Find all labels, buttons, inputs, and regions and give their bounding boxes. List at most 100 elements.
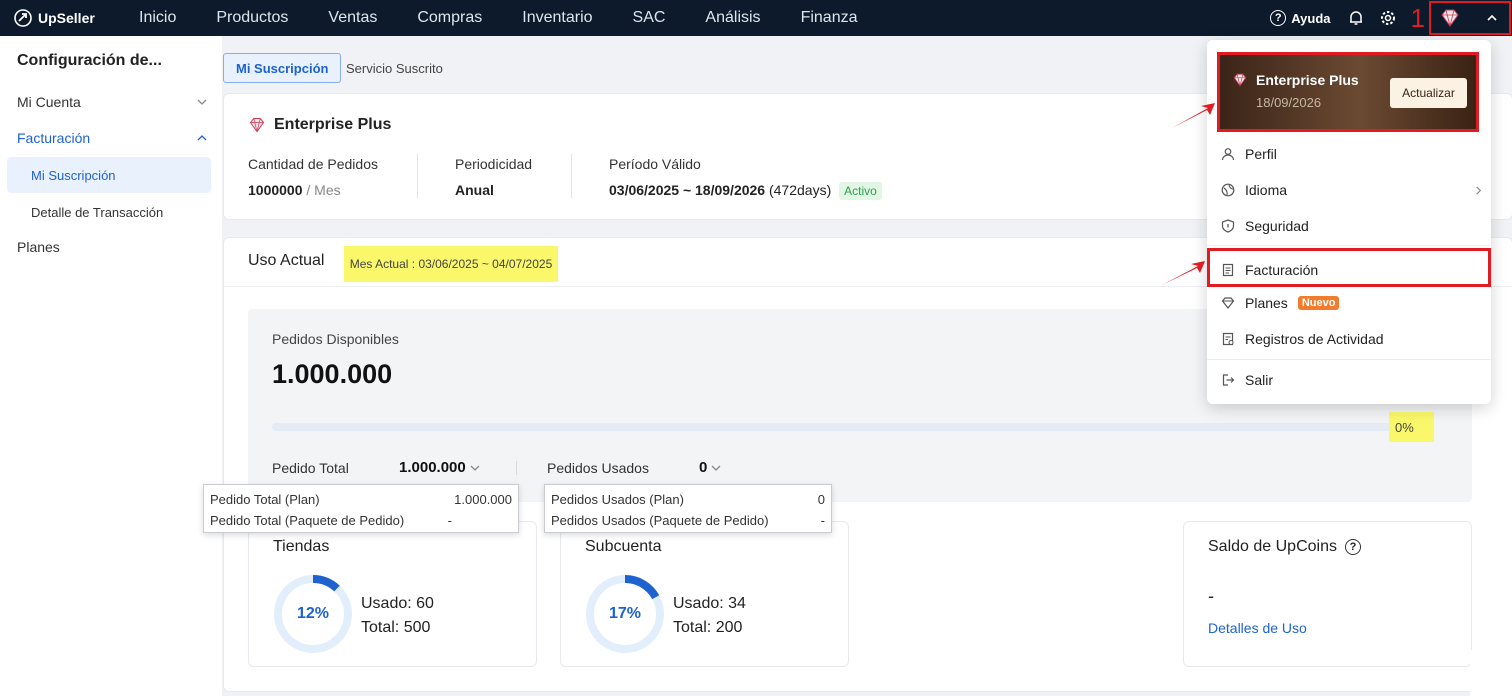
chevron-up-icon bbox=[197, 135, 207, 141]
orders-value: 1000000 / Mes bbox=[248, 182, 341, 198]
tooltip-value: 0 bbox=[817, 492, 825, 507]
tooltip-label: Pedidos Usados (Paquete de Pedido) bbox=[551, 513, 769, 528]
tooltip-row: Pedidos Usados (Plan) 0 bbox=[551, 489, 825, 510]
dropdown-plan-name: Enterprise Plus bbox=[1256, 72, 1359, 88]
nav-compras[interactable]: Compras bbox=[417, 9, 482, 27]
upcoins-value: - bbox=[1208, 586, 1214, 606]
sidebar-title: Configuración de... bbox=[17, 52, 162, 69]
activity-log-icon bbox=[1222, 332, 1234, 346]
sidebar-item-facturacion[interactable]: Facturación bbox=[17, 130, 207, 146]
tooltip-value: - bbox=[447, 513, 452, 528]
subaccount-title: Subcuenta bbox=[585, 538, 662, 555]
stores-info: Usado: 60 Total: 500 bbox=[361, 592, 434, 640]
brand-name: UpSeller bbox=[38, 10, 95, 26]
used-orders-value: 0 bbox=[699, 459, 708, 476]
month-range-highlight: Mes Actual : 03/06/2025 ~ 04/07/2025 bbox=[344, 246, 558, 282]
subaccount-info: Usado: 34 Total: 200 bbox=[673, 592, 746, 640]
tab-mi-suscripcion[interactable]: Mi Suscripción bbox=[223, 53, 342, 83]
sidebar-item-mi-suscripcion[interactable]: Mi Suscripción bbox=[7, 157, 211, 193]
question-icon: ? bbox=[1270, 10, 1287, 26]
update-button[interactable]: Actualizar bbox=[1390, 78, 1467, 108]
help-button[interactable]: ? Ayuda bbox=[1270, 10, 1331, 26]
brand-logo[interactable]: UpSeller bbox=[14, 9, 124, 27]
diamond-outline-icon bbox=[1221, 297, 1235, 309]
divider bbox=[1207, 245, 1491, 246]
upcoins-title-label: Saldo de UpCoins bbox=[1208, 538, 1337, 555]
total-orders-row: Pedido Total 1.000.000 bbox=[272, 459, 480, 476]
nav-productos[interactable]: Productos bbox=[216, 9, 288, 27]
nav-sac[interactable]: SAC bbox=[633, 9, 666, 27]
dropdown-plan-date: 18/09/2026 bbox=[1256, 95, 1322, 110]
usage-details-link[interactable]: Detalles de Uso bbox=[1208, 620, 1307, 636]
diamond-icon bbox=[1441, 9, 1459, 27]
diamond-icon bbox=[1233, 73, 1247, 87]
chevron-right-icon bbox=[1476, 185, 1482, 195]
question-icon[interactable]: ? bbox=[1344, 539, 1361, 555]
available-value: 1.000.000 bbox=[272, 359, 393, 389]
menu-item-seguridad[interactable]: Seguridad bbox=[1221, 214, 1477, 238]
bell-icon[interactable] bbox=[1347, 9, 1365, 27]
chevron-up-icon bbox=[1487, 14, 1497, 21]
upseller-logo-icon bbox=[14, 9, 32, 27]
nav-finanza[interactable]: Finanza bbox=[801, 9, 858, 27]
total-orders-value: 1.000.000 bbox=[399, 459, 466, 476]
chevron-down-icon bbox=[711, 465, 721, 471]
orders-unit: / Mes bbox=[306, 182, 341, 198]
sidebar-item-mi-cuenta[interactable]: Mi Cuenta bbox=[17, 94, 207, 110]
orders-number: 1000000 bbox=[248, 182, 303, 198]
stores-card: Tiendas 12% Usado: 60 Total: 500 bbox=[248, 521, 537, 667]
plan-name: Enterprise Plus bbox=[274, 116, 392, 133]
available-label: Pedidos Disponibles bbox=[272, 331, 399, 347]
menu-item-label: Seguridad bbox=[1245, 218, 1309, 234]
usage-title: Uso Actual bbox=[248, 252, 325, 269]
annotation-arrow bbox=[1172, 103, 1215, 128]
logout-icon bbox=[1222, 374, 1235, 386]
usage-progress-bar bbox=[272, 423, 1412, 431]
divider bbox=[516, 461, 517, 475]
nav-analisis[interactable]: Análisis bbox=[705, 9, 760, 27]
tooltip-label: Pedido Total (Plan) bbox=[210, 492, 320, 507]
stores-used: Usado: 60 bbox=[361, 595, 434, 612]
menu-item-salir[interactable]: Salir bbox=[1221, 368, 1477, 392]
tooltip-value: 1.000.000 bbox=[454, 492, 512, 507]
menu-item-label: Planes bbox=[1245, 295, 1288, 311]
tab-servicio-suscrito[interactable]: Servicio Suscrito bbox=[334, 53, 455, 83]
used-orders-dropdown[interactable]: 0 bbox=[699, 459, 721, 476]
chevron-down-icon bbox=[197, 99, 207, 105]
tooltip-label: Pedidos Usados (Plan) bbox=[551, 492, 684, 507]
floating-widget[interactable] bbox=[1470, 650, 1512, 696]
sidebar-item-planes[interactable]: Planes bbox=[17, 239, 207, 255]
sidebar-item-detalle-transaccion[interactable]: Detalle de Transacción bbox=[7, 194, 211, 230]
menu-item-label: Perfil bbox=[1245, 146, 1277, 162]
shield-icon bbox=[1221, 219, 1235, 233]
sidebar-item-label: Mi Cuenta bbox=[17, 94, 81, 110]
menu-item-label: Idioma bbox=[1245, 182, 1288, 198]
period-value: Anual bbox=[455, 182, 494, 198]
menu-item-planes[interactable]: Planes Nuevo bbox=[1221, 291, 1477, 315]
nav-inventario[interactable]: Inventario bbox=[522, 9, 592, 27]
menu-item-perfil[interactable]: Perfil bbox=[1221, 142, 1477, 166]
diamond-icon bbox=[249, 117, 265, 133]
total-orders-dropdown[interactable]: 1.000.000 bbox=[399, 459, 480, 476]
menu-item-registros[interactable]: Registros de Actividad bbox=[1221, 327, 1477, 351]
subaccount-used: Usado: 34 bbox=[673, 595, 746, 612]
language-icon bbox=[1221, 183, 1235, 197]
subaccount-percent: 17% bbox=[608, 605, 642, 622]
menu-item-label: Registros de Actividad bbox=[1245, 331, 1384, 347]
help-label: Ayuda bbox=[1291, 10, 1331, 26]
account-menu-toggle[interactable] bbox=[1429, 1, 1511, 35]
usage-percent: 0% bbox=[1389, 412, 1434, 442]
nav-inicio[interactable]: Inicio bbox=[139, 9, 176, 27]
top-navigation: UpSeller Inicio Productos Ventas Compras… bbox=[0, 0, 1512, 36]
used-orders-tooltip: Pedidos Usados (Plan) 0 Pedidos Usados (P… bbox=[544, 484, 832, 533]
used-orders-row: Pedidos Usados 0 bbox=[547, 459, 721, 476]
menu-item-idioma[interactable]: Idioma bbox=[1221, 178, 1482, 202]
orders-label: Cantidad de Pedidos bbox=[248, 156, 378, 172]
tooltip-row: Pedido Total (Plan) 1.000.000 bbox=[210, 489, 512, 510]
annotation-number: 1 bbox=[1410, 3, 1425, 33]
main-menu: Inicio Productos Ventas Compras Inventar… bbox=[139, 9, 897, 27]
facturacion-highlight bbox=[1207, 248, 1491, 287]
gear-icon[interactable] bbox=[1379, 9, 1397, 27]
nav-ventas[interactable]: Ventas bbox=[328, 9, 377, 27]
plan-summary-highlight: Enterprise Plus 18/09/2026 Actualizar bbox=[1217, 52, 1479, 132]
